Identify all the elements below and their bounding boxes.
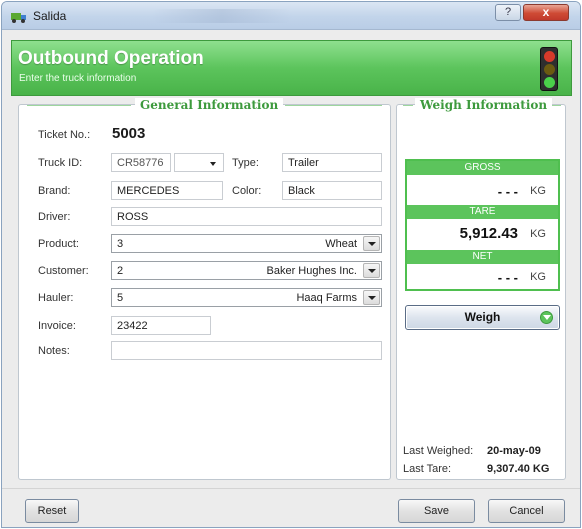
product-id: 3 xyxy=(117,238,124,250)
product-label: Product: xyxy=(38,238,79,250)
customer-dropdown[interactable]: 2 Baker Hughes Inc. xyxy=(111,261,382,280)
reset-button[interactable]: Reset xyxy=(25,499,79,523)
save-button[interactable]: Save xyxy=(398,499,475,523)
net-value: - - - xyxy=(497,270,518,285)
weigh-information-panel: Weigh Information GROSS - - - KG TARE 5,… xyxy=(396,98,566,480)
arrow-down-circle-icon xyxy=(540,311,553,324)
customer-label: Customer: xyxy=(38,265,89,277)
close-button[interactable]: x xyxy=(523,4,569,21)
hauler-name: Haaq Farms xyxy=(296,292,357,304)
customer-name: Baker Hughes Inc. xyxy=(266,265,358,277)
weigh-information-legend: Weigh Information xyxy=(415,98,553,112)
last-weighed-label: Last Weighed: xyxy=(403,445,474,457)
title-bar-decoration xyxy=(152,9,292,23)
gross-header: GROSS xyxy=(407,161,558,175)
chevron-down-icon xyxy=(210,162,216,166)
driver-label: Driver: xyxy=(38,211,71,223)
product-dropdown-button[interactable] xyxy=(363,236,380,251)
net-header: NET xyxy=(407,250,558,264)
page-subtitle: Enter the truck information xyxy=(19,73,137,84)
brand-label: Brand: xyxy=(38,185,71,197)
tare-unit: KG xyxy=(530,228,546,240)
legend-divider-left xyxy=(27,105,131,106)
salida-app-icon xyxy=(11,13,26,23)
driver-field[interactable]: ROSS xyxy=(111,207,382,226)
invoice-label: Invoice: xyxy=(38,320,76,332)
truck-id-dropdown[interactable] xyxy=(174,153,224,172)
ticket-number-label: Ticket No.: xyxy=(38,129,91,141)
type-field[interactable]: Trailer xyxy=(282,153,382,172)
hauler-id: 5 xyxy=(117,292,124,304)
help-button[interactable]: ? xyxy=(495,4,521,21)
last-tare-label: Last Tare: xyxy=(403,463,452,475)
type-label: Type: xyxy=(232,157,259,169)
weigh-button[interactable]: Weigh xyxy=(405,305,560,330)
cancel-button[interactable]: Cancel xyxy=(488,499,565,523)
invoice-field[interactable]: 23422 xyxy=(111,316,211,335)
customer-id: 2 xyxy=(117,265,124,277)
gross-unit: KG xyxy=(530,185,546,197)
general-information-panel: General Information Ticket No.: 5003 Tru… xyxy=(18,98,391,480)
tare-value: 5,912.43 xyxy=(459,225,518,242)
notes-label: Notes: xyxy=(38,345,70,357)
net-unit: KG xyxy=(530,271,546,283)
general-information-legend: General Information xyxy=(135,98,284,112)
traffic-light-icon xyxy=(540,47,558,91)
brand-field[interactable]: MERCEDES xyxy=(111,181,223,200)
hauler-dropdown[interactable]: 5 Haaq Farms xyxy=(111,288,382,307)
tare-header: TARE xyxy=(407,205,558,219)
last-weighed-value: 20-may-09 xyxy=(487,445,541,457)
color-field[interactable]: Black xyxy=(282,181,382,200)
product-name: Wheat xyxy=(325,238,357,250)
hauler-dropdown-button[interactable] xyxy=(363,290,380,305)
ticket-number-value: 5003 xyxy=(112,125,146,142)
legend-divider-left xyxy=(403,105,413,106)
truck-id-label: Truck ID: xyxy=(38,157,83,169)
operation-header: Outbound Operation Enter the truck infor… xyxy=(11,40,572,96)
weigh-button-label: Weigh xyxy=(464,310,501,324)
window-title: Salida xyxy=(33,9,67,23)
customer-dropdown-button[interactable] xyxy=(363,263,380,278)
color-label: Color: xyxy=(232,185,262,197)
last-tare-value: 9,307.40 KG xyxy=(487,463,550,475)
product-dropdown[interactable]: 3 Wheat xyxy=(111,234,382,253)
gross-value: - - - xyxy=(497,184,518,199)
footer-divider xyxy=(2,488,580,489)
legend-divider-right xyxy=(285,105,382,106)
truck-id-field[interactable]: CR58776 xyxy=(111,153,171,172)
weights-display: GROSS - - - KG TARE 5,912.43 KG NET - - … xyxy=(405,159,560,291)
page-title: Outbound Operation xyxy=(18,48,204,69)
title-bar[interactable]: Salida ? x xyxy=(2,2,580,30)
notes-field[interactable] xyxy=(111,341,382,360)
hauler-label: Hauler: xyxy=(38,292,74,304)
salida-window: Salida ? x Outbound Operation Enter the … xyxy=(1,1,581,528)
